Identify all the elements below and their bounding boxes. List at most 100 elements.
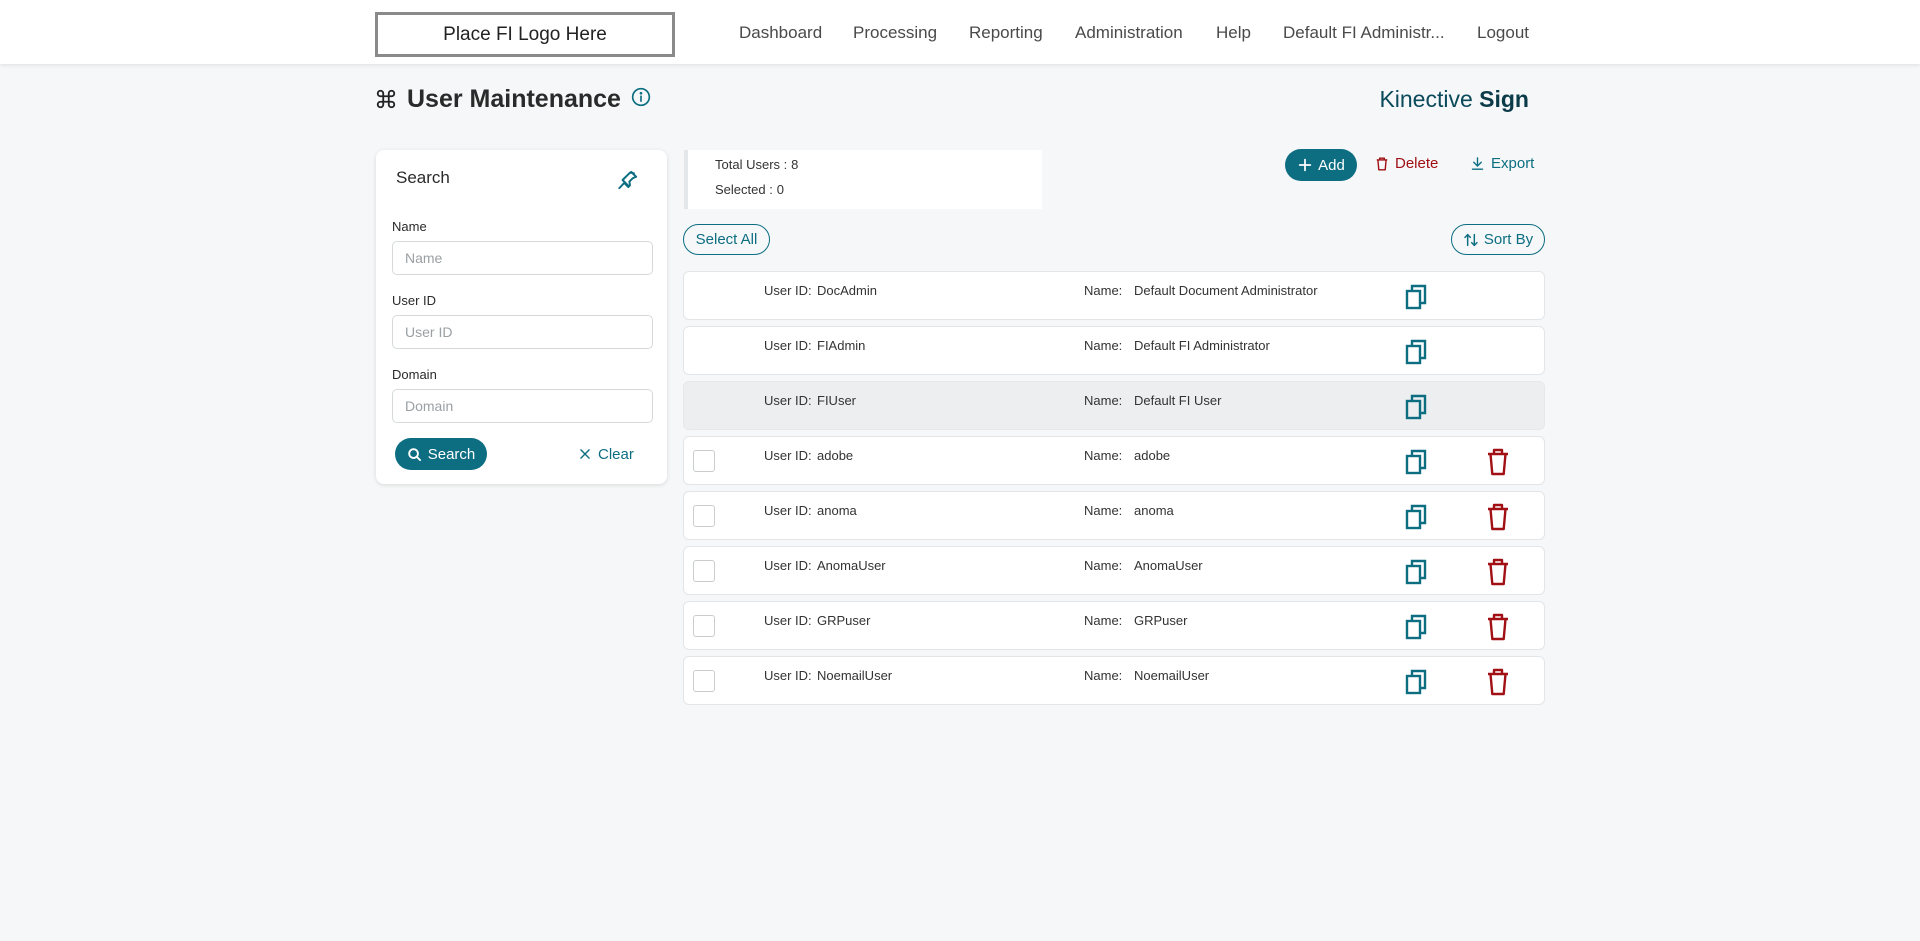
name-value: AnomaUser (1134, 558, 1203, 573)
name-value: Default FI Administrator (1134, 338, 1270, 353)
search-icon (407, 447, 421, 461)
name-value: NoemailUser (1134, 668, 1210, 683)
search-panel: Search Name User ID Domain Search Clear (376, 150, 667, 484)
name-input[interactable] (392, 241, 653, 275)
total-users-label: Total Users : (715, 157, 788, 172)
total-users: Total Users : 8 (715, 156, 798, 172)
copy-icon[interactable] (1404, 449, 1428, 475)
domain-input[interactable] (392, 389, 653, 423)
download-icon (1471, 157, 1484, 170)
trash-icon[interactable] (1486, 448, 1510, 476)
delete-button[interactable]: Delete (1375, 155, 1438, 172)
nav-user-menu[interactable]: Default FI Administr... (1283, 23, 1445, 43)
trash-icon[interactable] (1486, 613, 1510, 641)
name-value: adobe (1134, 448, 1171, 463)
selected-value: 0 (776, 182, 784, 197)
name-label: Name: (1084, 338, 1123, 353)
selected-label: Selected : (715, 182, 773, 197)
copy-icon[interactable] (1404, 284, 1428, 310)
userid-label: User ID: (764, 283, 812, 298)
sort-by-label: Sort By (1483, 231, 1534, 248)
name-label: Name: (1084, 283, 1123, 298)
userid-value: FIAdmin (817, 338, 866, 353)
close-icon (580, 449, 590, 459)
userid-label: User ID: (764, 448, 812, 463)
export-button-label: Export (1491, 155, 1535, 172)
trash-icon[interactable] (1486, 558, 1510, 586)
pin-icon[interactable] (615, 167, 641, 193)
name-label: Name: (1084, 668, 1123, 683)
name-label: Name: (1084, 448, 1123, 463)
user-row[interactable]: User ID: AnomaUser Name: AnomaUser (683, 546, 1545, 595)
userid-label: User ID: (764, 503, 812, 518)
user-row[interactable]: User ID: anoma Name: anoma (683, 491, 1545, 540)
userid-label: User ID: (764, 338, 812, 353)
name-label: Name: (1084, 558, 1123, 573)
row-checkbox[interactable] (693, 505, 715, 527)
userid-label: User ID: (764, 668, 812, 683)
trash-icon (1376, 156, 1388, 171)
row-checkbox[interactable] (693, 615, 715, 637)
name-label: Name (392, 219, 427, 234)
delete-button-label: Delete (1395, 155, 1439, 172)
fi-logo-placeholder[interactable]: Place FI Logo Here (375, 12, 675, 57)
userid-value: NoemailUser (817, 668, 893, 683)
brand-bold-text: Sign (1479, 86, 1529, 112)
selected-count: Selected : 0 (715, 181, 784, 197)
nav-processing[interactable]: Processing (853, 23, 937, 43)
userid-value: AnomaUser (817, 558, 886, 573)
name-label: Name: (1084, 393, 1123, 408)
user-row[interactable]: User ID: FIAdmin Name: Default FI Administr… (683, 326, 1545, 375)
trash-icon[interactable] (1486, 668, 1510, 696)
userid-value: anoma (817, 503, 857, 518)
add-user-button[interactable]: Add (1285, 149, 1357, 181)
copy-icon[interactable] (1404, 394, 1428, 420)
name-value: GRPuser (1134, 613, 1188, 628)
user-row[interactable]: User ID: NoemailUser Name: NoemailUser (683, 656, 1545, 705)
name-value: anoma (1134, 503, 1174, 518)
copy-icon[interactable] (1404, 339, 1428, 365)
brand-light-text: Kinective (1379, 86, 1473, 112)
top-navigation-bar: Place FI Logo Here Dashboard Processing … (0, 0, 1920, 64)
copy-icon[interactable] (1404, 614, 1428, 640)
name-value: Default FI User (1134, 393, 1222, 408)
row-checkbox[interactable] (693, 670, 715, 692)
userid-label: User ID: (764, 613, 812, 628)
nav-administration[interactable]: Administration (1075, 23, 1183, 43)
trash-icon[interactable] (1486, 503, 1510, 531)
select-all-button[interactable]: Select All (683, 224, 770, 255)
export-button[interactable]: Export (1470, 155, 1534, 172)
sort-icon (1464, 233, 1478, 246)
add-button-label: Add (1318, 156, 1345, 174)
search-button[interactable]: Search (395, 438, 487, 470)
name-label: Name: (1084, 503, 1123, 518)
userid-label: User ID (392, 293, 437, 308)
user-list: User ID: DocAdmin Name: Default Document Ad… (683, 271, 1545, 711)
sort-by-button[interactable]: Sort By (1451, 224, 1545, 255)
search-panel-title: Search (396, 168, 450, 187)
clear-button[interactable]: Clear (578, 442, 634, 466)
copy-icon[interactable] (1404, 669, 1428, 695)
userid-input[interactable] (392, 315, 653, 349)
page-title: User Maintenance (407, 84, 621, 113)
row-checkbox[interactable] (693, 450, 715, 472)
user-row[interactable]: User ID: GRPuser Name: GRPuser (683, 601, 1545, 650)
copy-icon[interactable] (1404, 504, 1428, 530)
userid-label: User ID: (764, 393, 812, 408)
userid-label: User ID: (764, 558, 812, 573)
nav-reporting[interactable]: Reporting (969, 23, 1043, 43)
user-row[interactable]: User ID: adobe Name: adobe (683, 436, 1545, 485)
user-row[interactable]: User ID: DocAdmin Name: Default Document Ad… (683, 271, 1545, 320)
row-checkbox[interactable] (693, 560, 715, 582)
nav-help[interactable]: Help (1216, 23, 1251, 43)
nav-dashboard[interactable]: Dashboard (739, 23, 822, 43)
copy-icon[interactable] (1404, 559, 1428, 585)
user-summary: Total Users : 8 Selected : 0 (684, 150, 1042, 209)
plus-icon (1298, 158, 1312, 172)
search-button-label: Search (427, 445, 476, 463)
user-row[interactable]: User ID: FIUser Name: Default FI User (683, 381, 1545, 430)
name-value: Default Document Administrator (1134, 283, 1318, 298)
info-icon[interactable] (631, 87, 651, 107)
command-icon (375, 88, 397, 110)
nav-logout[interactable]: Logout (1477, 23, 1529, 43)
